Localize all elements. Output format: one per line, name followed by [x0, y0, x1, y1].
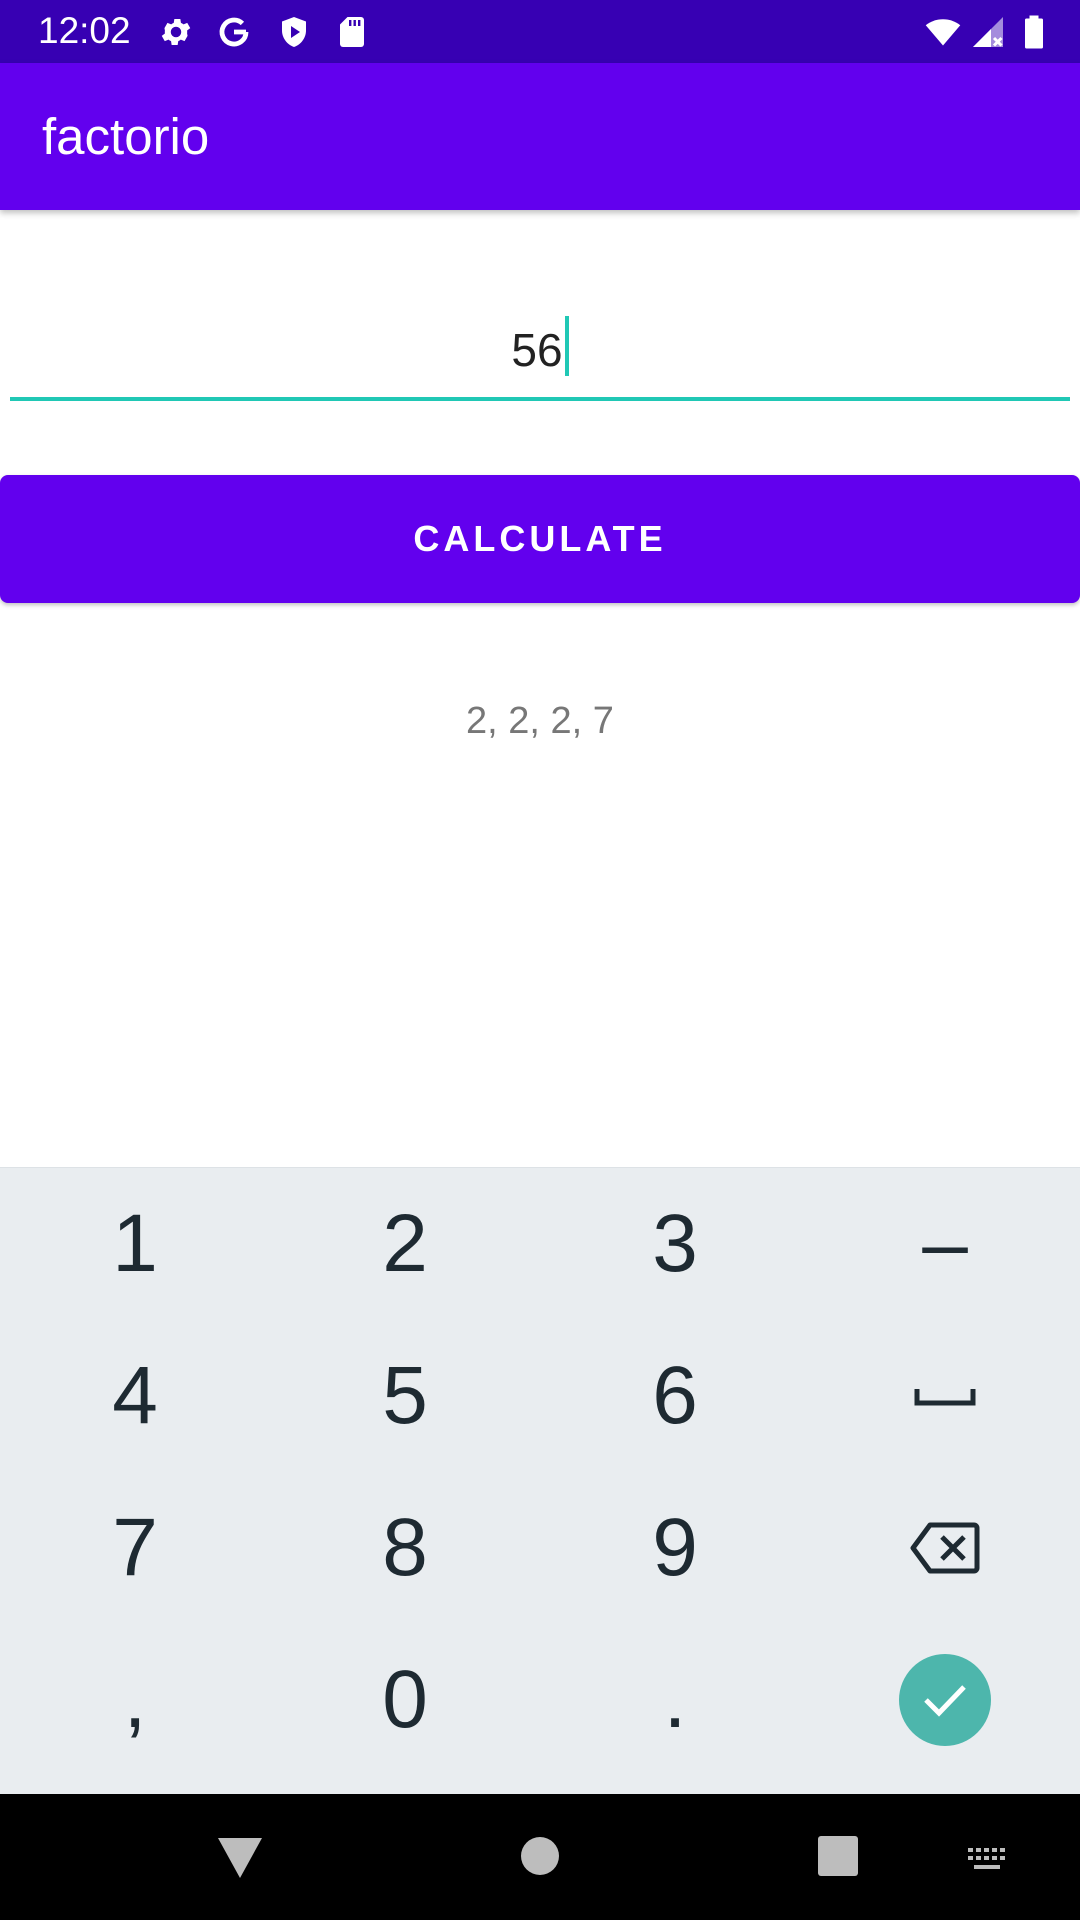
- key-2[interactable]: 2: [270, 1168, 540, 1320]
- done-check-icon: [924, 1685, 966, 1717]
- status-time: 12:02: [38, 10, 131, 51]
- sd-card-icon: [340, 17, 364, 47]
- gear-icon: [161, 18, 191, 46]
- navigation-bar: [0, 1794, 1080, 1920]
- status-bar: 12:02: [0, 0, 1080, 63]
- input-underline: [10, 397, 1070, 401]
- key-9[interactable]: 9: [540, 1472, 810, 1624]
- key-backspace[interactable]: [810, 1472, 1080, 1624]
- key-comma[interactable]: ,: [0, 1624, 270, 1776]
- keyboard-switch-icon[interactable]: [966, 1846, 1010, 1872]
- key-7[interactable]: 7: [0, 1472, 270, 1624]
- numeric-keyboard: 1 2 3 – 4 5 6 7 8 9 , 0 .: [0, 1167, 1080, 1795]
- app-title: factorio: [42, 108, 210, 165]
- number-input[interactable]: 56: [10, 290, 1070, 401]
- backspace-icon: [910, 1522, 980, 1574]
- signal-icon: [973, 17, 1003, 47]
- key-0[interactable]: 0: [270, 1624, 540, 1776]
- key-6[interactable]: 6: [540, 1320, 810, 1472]
- key-4[interactable]: 4: [0, 1320, 270, 1472]
- key-minus[interactable]: –: [810, 1168, 1080, 1320]
- google-icon: [219, 17, 249, 47]
- wifi-icon: [925, 19, 961, 46]
- key-period[interactable]: .: [540, 1624, 810, 1776]
- input-value: 56: [511, 324, 563, 376]
- key-8[interactable]: 8: [270, 1472, 540, 1624]
- recents-icon[interactable]: [818, 1836, 858, 1876]
- key-1[interactable]: 1: [0, 1168, 270, 1320]
- key-5[interactable]: 5: [270, 1320, 540, 1472]
- text-caret: [564, 316, 569, 376]
- app-bar: factorio: [0, 63, 1080, 210]
- key-3[interactable]: 3: [540, 1168, 810, 1320]
- home-icon[interactable]: [520, 1836, 560, 1876]
- battery-icon: [1025, 15, 1043, 49]
- done-button[interactable]: [899, 1654, 991, 1746]
- calculate-button[interactable]: CALCULATE: [0, 475, 1080, 603]
- result-text: 2, 2, 2, 7: [466, 700, 614, 742]
- key-space[interactable]: [810, 1320, 1080, 1472]
- back-icon[interactable]: [216, 1836, 264, 1880]
- key-done[interactable]: [810, 1624, 1080, 1776]
- space-key-icon: [914, 1389, 976, 1406]
- shield-play-icon: [282, 17, 306, 47]
